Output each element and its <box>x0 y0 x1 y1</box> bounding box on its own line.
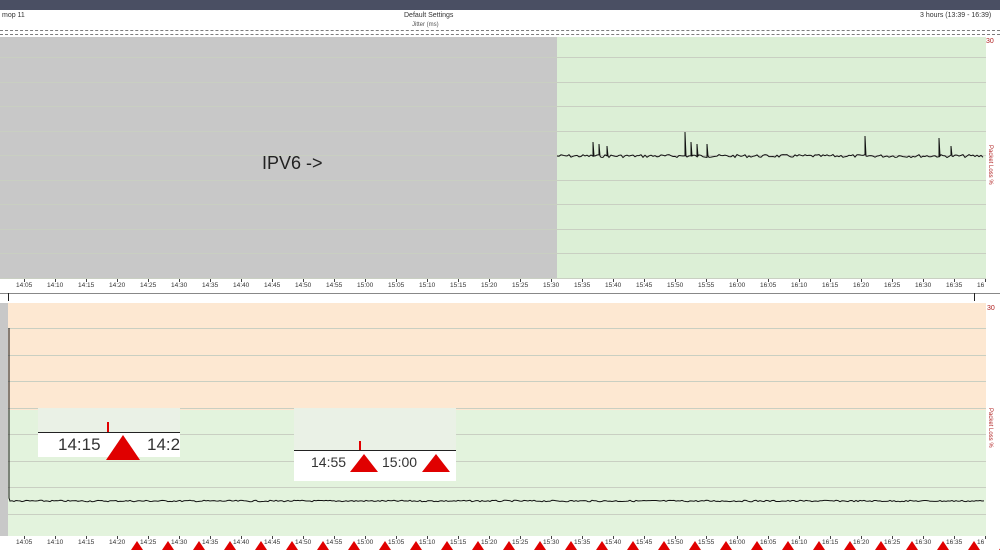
chart-subheader: Jitter (ms) <box>0 22 1000 30</box>
time-tick-label: 14:20 <box>109 539 126 546</box>
mid-marker-right <box>974 293 975 301</box>
time-tick-label: 14:40 <box>233 539 250 546</box>
time-tick-label: 16:25 <box>884 282 901 289</box>
zoom-callout-2-tick <box>359 441 361 450</box>
time-tick-label: 14:05 <box>16 539 33 546</box>
time-tick-label: 15:55 <box>698 539 715 546</box>
time-tick-label: 15:00 <box>357 539 374 546</box>
top-time-axis: 14:05 14:10 14:15 14:20 14:25 14:30 14:35 14:40… <box>0 279 1000 293</box>
time-tick <box>985 279 986 282</box>
time-tick-label: 16 <box>977 539 985 546</box>
mid-marker <box>8 293 9 301</box>
time-tick-label: 14:35 <box>202 282 219 289</box>
time-tick-label: 16:35 <box>946 539 963 546</box>
time-tick <box>985 536 986 539</box>
time-tick-label: 15:00 <box>357 282 374 289</box>
zoom-callout-2-alert-icon-b <box>422 454 450 472</box>
time-tick-label: 16:10 <box>791 539 808 546</box>
jitter-label: Jitter (ms) <box>412 22 439 28</box>
time-tick-label: 14:15 <box>78 282 95 289</box>
time-tick-label: 15:30 <box>543 282 560 289</box>
time-tick-label: 14:45 <box>264 282 281 289</box>
time-tick-label: 15:10 <box>419 282 436 289</box>
time-tick-label: 14:10 <box>47 282 64 289</box>
time-tick-label: 16:05 <box>760 539 777 546</box>
zoom-callout-1: 14:15 14:2 <box>38 408 181 460</box>
zoom-callout-2-alert-icon-a <box>350 454 378 472</box>
time-tick-label: 14:25 <box>140 282 157 289</box>
top-series-line <box>556 131 984 159</box>
time-tick-label: 16:10 <box>791 282 808 289</box>
time-tick-label: 16 <box>977 282 985 289</box>
time-tick-label: 15:35 <box>574 282 591 289</box>
time-tick-label: 15:30 <box>543 539 560 546</box>
zoom-callout-1-time-b: 14:2 <box>147 435 181 454</box>
time-tick-label: 14:35 <box>202 539 219 546</box>
time-tick-label: 15:20 <box>481 539 498 546</box>
time-tick-label: 15:20 <box>481 282 498 289</box>
time-tick-label: 14:10 <box>47 539 64 546</box>
time-tick-label: 14:55 <box>326 282 343 289</box>
time-tick-label: 15:50 <box>667 539 684 546</box>
time-tick-label: 16:15 <box>822 539 839 546</box>
top-series-svg <box>556 131 984 159</box>
time-tick-label: 14:50 <box>295 282 312 289</box>
time-tick-label: 14:30 <box>171 539 188 546</box>
time-tick-label: 14:55 <box>326 539 343 546</box>
header-range-label[interactable]: 3 hours (13:39 - 16:39) <box>920 12 991 19</box>
time-tick-label: 16:25 <box>884 539 901 546</box>
time-tick-label: 16:15 <box>822 282 839 289</box>
time-tick-label: 15:15 <box>450 282 467 289</box>
zoom-callout-2: 14:55 15:00 <box>294 408 456 481</box>
time-tick-label: 14:15 <box>78 539 95 546</box>
time-tick-label: 16:00 <box>729 282 746 289</box>
time-tick-label: 16:20 <box>853 539 870 546</box>
time-tick-label: 15:40 <box>605 539 622 546</box>
time-tick-label: 14:50 <box>295 539 312 546</box>
time-tick-label: 15:40 <box>605 282 622 289</box>
time-tick-label: 14:30 <box>171 282 188 289</box>
zoom-callout-2-time-a: 14:55 <box>311 454 347 470</box>
zoom-callout-1-alert-icon <box>106 435 140 460</box>
time-tick-label: 15:45 <box>636 282 653 289</box>
time-tick-label: 16:30 <box>915 282 932 289</box>
time-tick-label: 15:45 <box>636 539 653 546</box>
bottom-y-max: 30 <box>987 305 995 312</box>
divider-top-2 <box>0 34 1000 35</box>
time-tick-label: 15:25 <box>512 539 529 546</box>
time-tick-label: 16:35 <box>946 282 963 289</box>
time-tick-label: 14:20 <box>109 282 126 289</box>
time-tick-label: 16:05 <box>760 282 777 289</box>
time-tick-label: 15:35 <box>574 539 591 546</box>
bottom-y-axis-label: Packet Loss % <box>987 408 993 448</box>
time-tick-label: 15:55 <box>698 282 715 289</box>
mid-divider <box>0 293 1000 294</box>
top-y-max: 30 <box>986 38 994 45</box>
top-chart[interactable]: IPV6 -> <box>0 37 986 279</box>
time-tick-label: 15:05 <box>388 539 405 546</box>
time-tick-label: 15:25 <box>512 282 529 289</box>
zoom-callout-2-time-b: 15:00 <box>382 454 418 470</box>
title-bar <box>0 0 1000 10</box>
zoom-callout-1-time-a: 14:15 <box>58 435 101 454</box>
time-tick-label: 15:15 <box>450 539 467 546</box>
zoom-callout-1-tick <box>107 422 109 432</box>
time-tick-label: 14:40 <box>233 282 250 289</box>
chart-header: mop 11 Default Settings 3 hours (13:39 -… <box>0 10 1000 22</box>
header-center-label: Default Settings <box>404 12 454 19</box>
time-tick-label: 15:10 <box>419 539 436 546</box>
time-tick-label: 16:30 <box>915 539 932 546</box>
time-tick-label: 16:20 <box>853 282 870 289</box>
time-tick-label: 14:25 <box>140 539 157 546</box>
time-tick-label: 15:05 <box>388 282 405 289</box>
time-tick-label: 14:45 <box>264 539 281 546</box>
time-tick-label: 16:00 <box>729 539 746 546</box>
bottom-time-axis: 14:05 14:10 14:15 14:20 14:25 14:30 14:35 14:40… <box>0 536 1000 560</box>
divider-top <box>0 30 1000 31</box>
time-tick-label: 14:05 <box>16 282 33 289</box>
header-left-label: mop 11 <box>2 12 25 19</box>
time-tick-label: 15:50 <box>667 282 684 289</box>
top-y-axis-label: Packet Loss % <box>987 145 993 185</box>
